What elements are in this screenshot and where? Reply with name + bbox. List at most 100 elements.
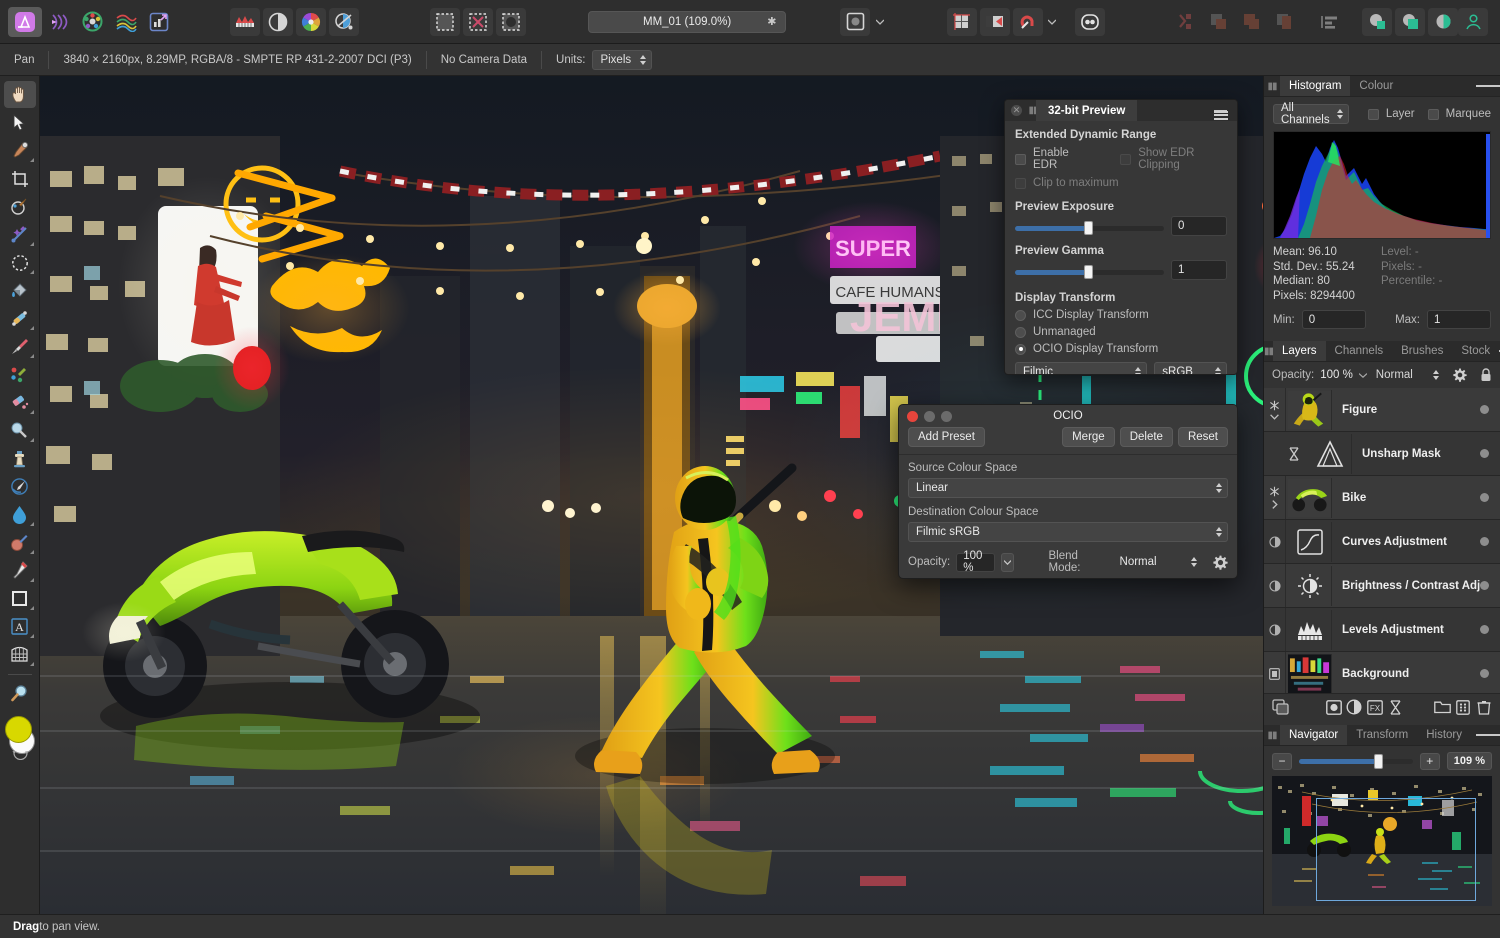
delete-button[interactable]: Delete (1120, 427, 1173, 447)
guides-icon[interactable] (980, 8, 1010, 36)
crop-tool[interactable] (4, 165, 36, 192)
enable-edr-checkbox[interactable] (1015, 154, 1026, 165)
table-row[interactable]: Brightness / Contrast Adjustn (1264, 564, 1500, 608)
move-back-icon[interactable] (1269, 8, 1299, 36)
foreground-colour-swatch[interactable] (5, 716, 32, 743)
zoom-out-button[interactable]: − (1272, 753, 1292, 770)
histogram-min-field[interactable]: 0 (1302, 310, 1366, 329)
ocio-view-select[interactable]: Filmic (1015, 362, 1147, 375)
snapping-chevron-down-icon[interactable] (1046, 8, 1059, 36)
add-shape-icon[interactable] (1362, 8, 1392, 36)
tab-channels[interactable]: Channels (1326, 341, 1393, 361)
marquee-checkbox[interactable] (1428, 109, 1439, 120)
32bit-preview-panel[interactable]: ✕ ▮▮ 32-bit Preview Extended Dynamic Ran… (1004, 99, 1238, 375)
zoom-slider[interactable] (1299, 754, 1413, 768)
select-all-icon[interactable] (430, 8, 460, 36)
zoom-level-value[interactable]: 109 % (1447, 752, 1492, 770)
preview-gamma-slider[interactable] (1015, 265, 1164, 279)
expand-chevron-right-icon[interactable] (1272, 500, 1278, 509)
snapping-icon[interactable] (1013, 8, 1043, 36)
layer-visibility-toggle[interactable] (1480, 625, 1489, 634)
preview-icon[interactable] (329, 8, 359, 36)
source-colour-space-select[interactable]: Linear (908, 478, 1228, 498)
mesh-warp-tool[interactable] (4, 641, 36, 668)
merge-button[interactable]: Merge (1062, 427, 1115, 447)
view-tool[interactable] (4, 81, 36, 108)
units-select[interactable]: Pixels (592, 50, 652, 70)
tab-navigator[interactable]: Navigator (1280, 725, 1347, 745)
table-row[interactable]: Bike (1264, 476, 1500, 520)
gradient-tool[interactable] (4, 305, 36, 332)
add-pixel-layer-button[interactable] (1455, 697, 1472, 717)
colour-swatches[interactable] (3, 714, 37, 756)
intersect-shape-icon[interactable] (1428, 8, 1458, 36)
tab-histogram[interactable]: Histogram (1280, 76, 1350, 96)
zoom-in-button[interactable]: + (1420, 753, 1440, 770)
background-layer-icon[interactable] (1269, 668, 1280, 680)
move-tool[interactable] (4, 109, 36, 136)
pixel-layer-button[interactable] (1326, 697, 1343, 717)
reset-colours-icon[interactable] (12, 751, 29, 760)
photo-persona-button[interactable] (8, 7, 42, 37)
show-edr-clipping-checkbox[interactable] (1120, 154, 1131, 165)
live-filter-icon[interactable] (1289, 447, 1299, 461)
panel-grip-icon[interactable]: ▮▮ (1264, 76, 1280, 96)
move-up-icon[interactable] (1203, 8, 1233, 36)
adjustment-icon[interactable] (1269, 624, 1281, 636)
artistic-text-tool[interactable]: A (4, 613, 36, 640)
selection-brush-tool[interactable] (4, 221, 36, 248)
preview-gamma-field[interactable]: 1 (1171, 260, 1227, 280)
histogram-graph[interactable] (1273, 131, 1491, 239)
layers-list[interactable]: Figure Unsharp Mask (1264, 388, 1500, 693)
tab-stock[interactable]: Stock (1452, 341, 1499, 361)
ocio-settings-gear-icon[interactable] (1213, 555, 1228, 570)
channel-select[interactable]: All Channels (1273, 104, 1349, 124)
clipping-icon[interactable] (263, 8, 293, 36)
panel-grip-icon[interactable]: ▮▮ (1264, 341, 1273, 361)
navigator-thumbnail[interactable] (1272, 776, 1492, 906)
delete-layer-button[interactable] (1476, 697, 1493, 717)
panel-grip-icon[interactable]: ▮▮ (1264, 725, 1280, 745)
icc-display-transform-radio[interactable] (1015, 310, 1026, 321)
colour-wheel-icon[interactable] (296, 8, 326, 36)
elliptical-marquee-tool[interactable] (4, 249, 36, 276)
histogram-panel-menu-icon[interactable] (1476, 76, 1500, 96)
32bit-preview-titlebar[interactable]: ✕ ▮▮ 32-bit Preview (1005, 100, 1237, 121)
dodge-brush-tool[interactable] (4, 417, 36, 444)
smudge-brush-tool[interactable] (4, 473, 36, 500)
split-icon[interactable] (1170, 8, 1200, 36)
subtract-shape-icon[interactable] (1395, 8, 1425, 36)
add-preset-button[interactable]: Add Preset (908, 427, 985, 447)
layer-blend-mode-value[interactable]: Normal (1376, 369, 1413, 381)
snapshot-chevron-down-icon[interactable] (873, 8, 887, 36)
assistant-icon[interactable] (230, 8, 260, 36)
layer-visibility-toggle[interactable] (1480, 669, 1489, 678)
layer-mask-icon[interactable] (1269, 400, 1280, 411)
export-persona-button[interactable] (144, 8, 174, 36)
adjustment-button[interactable] (1346, 697, 1363, 717)
table-row[interactable]: Unsharp Mask (1264, 432, 1500, 476)
ocio-dialog[interactable]: OCIO Add Preset Merge Delete Reset Sourc… (898, 404, 1238, 579)
navigator-panel-menu-icon[interactable] (1476, 725, 1500, 745)
histogram-max-field[interactable]: 1 (1427, 310, 1491, 329)
tab-layers[interactable]: Layers (1273, 341, 1326, 361)
preview-exposure-slider[interactable] (1015, 221, 1164, 235)
lock-icon[interactable] (1480, 368, 1492, 382)
snapshot-icon[interactable] (840, 8, 870, 36)
account-icon[interactable] (1458, 8, 1488, 36)
table-row[interactable]: Curves Adjustment (1264, 520, 1500, 564)
unmanaged-radio[interactable] (1015, 327, 1026, 338)
expand-chevron-down-icon[interactable] (1270, 414, 1279, 420)
sponge-brush-tool[interactable] (4, 529, 36, 556)
reset-button[interactable]: Reset (1178, 427, 1228, 447)
ocio-titlebar[interactable]: OCIO (899, 405, 1237, 427)
mask-layer-button[interactable] (1272, 697, 1289, 717)
clone-brush-tool[interactable] (4, 445, 36, 472)
clip-to-maximum-checkbox[interactable] (1015, 178, 1026, 189)
table-row[interactable]: Figure (1264, 388, 1500, 432)
layer-effects-gear-icon[interactable] (1453, 368, 1467, 382)
develop-persona-button[interactable] (78, 8, 108, 36)
colour-picker-tool[interactable] (4, 137, 36, 164)
layer-visibility-toggle[interactable] (1480, 493, 1489, 502)
blur-brush-tool[interactable] (4, 501, 36, 528)
